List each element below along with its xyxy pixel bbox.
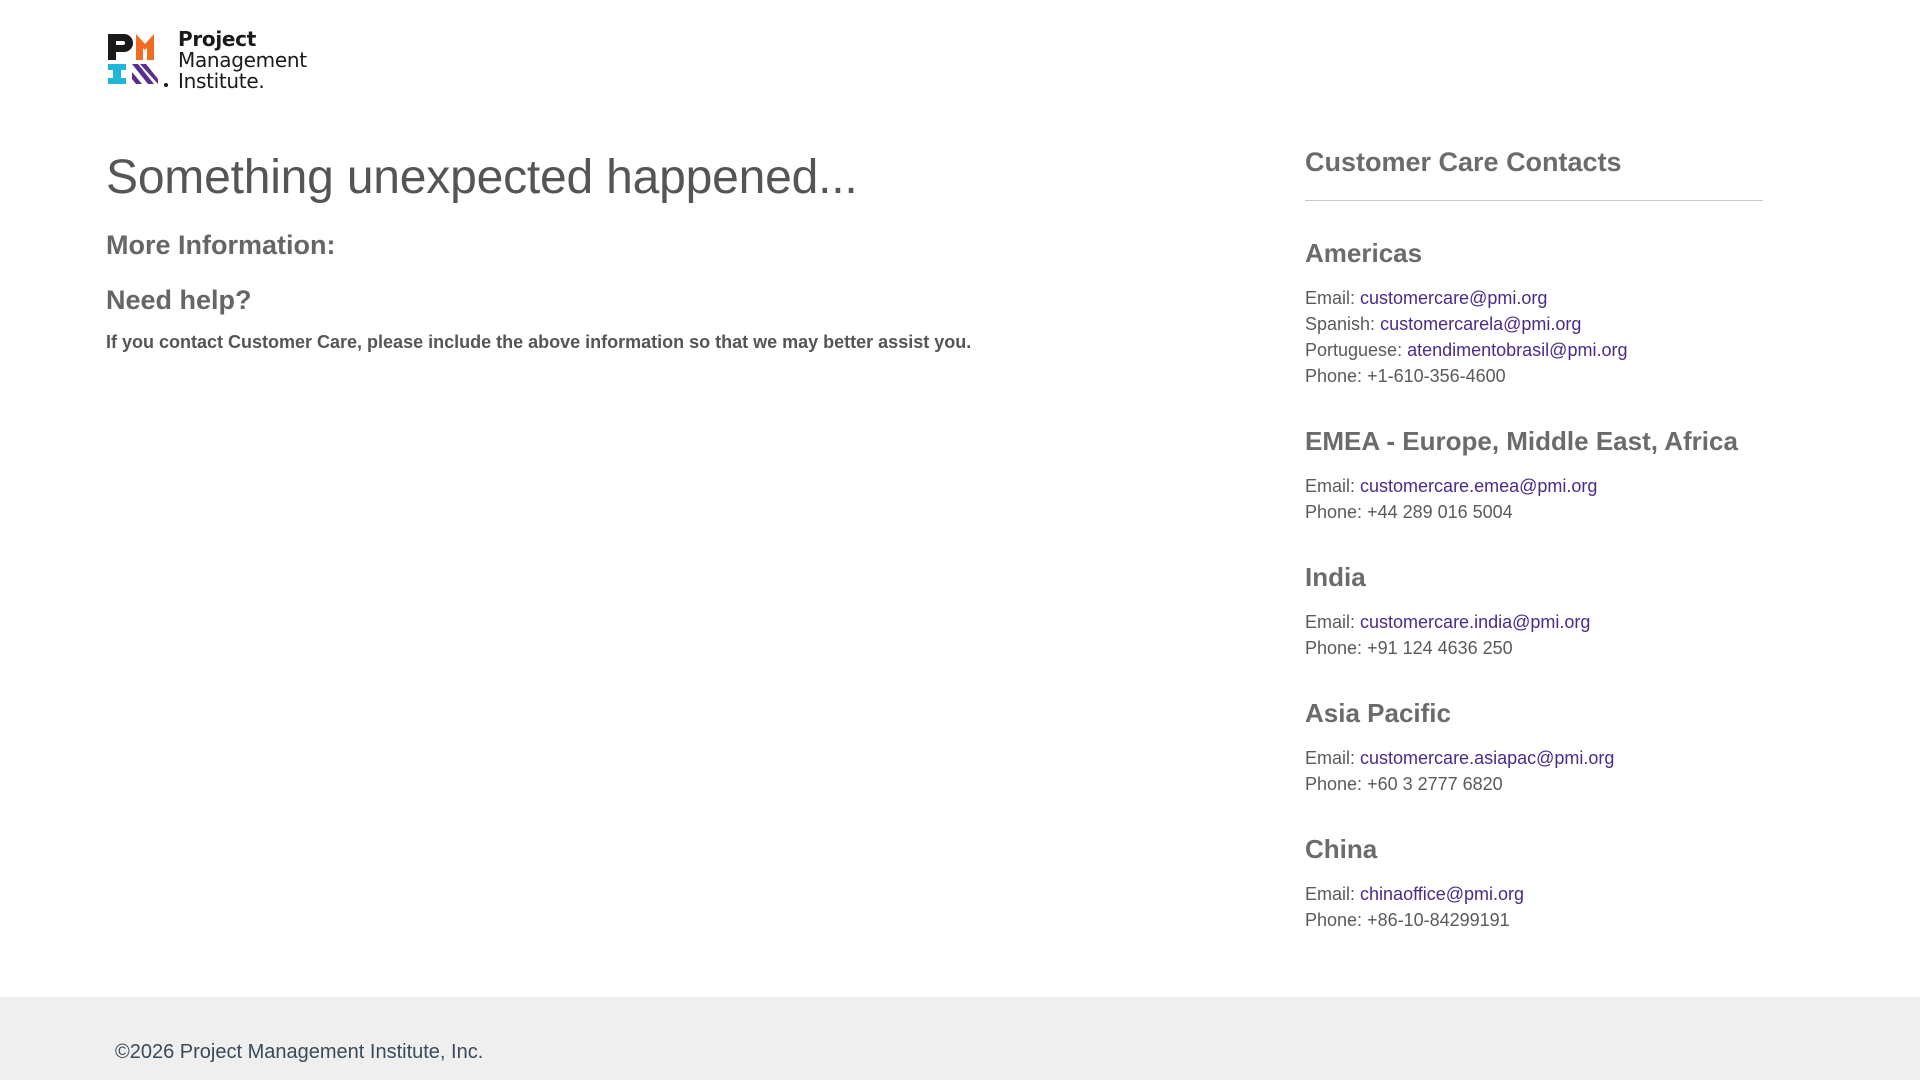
email-link[interactable]: customercare@pmi.org: [1360, 288, 1547, 308]
regions-list: Americas Email: customercare@pmi.org Spa…: [1305, 235, 1763, 933]
pmi-logo[interactable]: Project Management Institute.: [106, 28, 307, 92]
copyright-text: ©2026 Project Management Institute, Inc.: [115, 1041, 484, 1063]
email-link[interactable]: customercare.emea@pmi.org: [1360, 476, 1597, 496]
contacts-title: Customer Care Contacts: [1305, 142, 1763, 201]
portuguese-label: Portuguese:: [1305, 340, 1403, 360]
phone-line: Phone: +86-10-84299191: [1305, 910, 1510, 930]
region-name: India: [1305, 562, 1366, 592]
email-line: Email: customercare@pmi.org: [1305, 285, 1763, 311]
region-name: Asia Pacific: [1305, 698, 1451, 728]
email-line: Email: customercare.emea@pmi.org: [1305, 473, 1763, 499]
more-information-heading: More Information:: [106, 230, 336, 260]
page-title: Something unexpected happened...: [106, 151, 858, 204]
phone-line: Phone: +91 124 4636 250: [1305, 638, 1513, 658]
email-label: Email:: [1305, 748, 1356, 768]
email-link[interactable]: customercare.asiapac@pmi.org: [1360, 748, 1614, 768]
portuguese-email-line: Portuguese: atendimentobrasil@pmi.org: [1305, 337, 1763, 363]
error-page: Project Management Institute. Something …: [0, 0, 1920, 1080]
footer: ©2026 Project Management Institute, Inc.: [0, 997, 1920, 1080]
error-content: Something unexpected happened... More In…: [106, 140, 1206, 354]
logo-line-institute: Institute.: [178, 69, 265, 93]
spanish-email-line: Spanish: customercarela@pmi.org: [1305, 311, 1763, 337]
email-label: Email:: [1305, 884, 1356, 904]
pmi-logo-icon: [108, 34, 168, 87]
email-link[interactable]: customercare.india@pmi.org: [1360, 612, 1590, 632]
region-emea: EMEA - Europe, Middle East, Africa Email…: [1305, 423, 1763, 525]
spanish-email-link[interactable]: customercarela@pmi.org: [1380, 314, 1581, 334]
region-name: EMEA - Europe, Middle East, Africa: [1305, 426, 1738, 456]
region-china: China Email: chinaoffice@pmi.org Phone: …: [1305, 831, 1763, 933]
email-line: Email: chinaoffice@pmi.org: [1305, 881, 1763, 907]
need-help-heading: Need help?: [106, 285, 252, 315]
logo-line-project: Project: [178, 27, 256, 51]
customer-care-contacts: Customer Care Contacts Americas Email: c…: [1305, 142, 1763, 933]
email-label: Email:: [1305, 288, 1356, 308]
email-line: Email: customercare.india@pmi.org: [1305, 609, 1763, 635]
spanish-label: Spanish:: [1305, 314, 1376, 334]
logo-line-management: Management: [178, 48, 307, 72]
email-link[interactable]: chinaoffice@pmi.org: [1360, 884, 1524, 904]
phone-line: Phone: +44 289 016 5004: [1305, 502, 1513, 522]
phone-line: Phone: +60 3 2777 6820: [1305, 774, 1503, 794]
email-label: Email:: [1305, 612, 1356, 632]
email-label: Email:: [1305, 476, 1356, 496]
region-india: India Email: customercare.india@pmi.org …: [1305, 559, 1763, 661]
email-line: Email: customercare.asiapac@pmi.org: [1305, 745, 1763, 771]
portuguese-email-link[interactable]: atendimentobrasil@pmi.org: [1407, 340, 1627, 360]
customer-care-note: If you contact Customer Care, please inc…: [106, 332, 972, 352]
logo-text: Project Management Institute.: [178, 29, 307, 92]
region-name: Americas: [1305, 238, 1423, 268]
region-name: China: [1305, 834, 1378, 864]
phone-line: Phone: +1-610-356-4600: [1305, 366, 1506, 386]
region-americas: Americas Email: customercare@pmi.org Spa…: [1305, 235, 1763, 389]
region-asia-pacific: Asia Pacific Email: customercare.asiapac…: [1305, 695, 1763, 797]
